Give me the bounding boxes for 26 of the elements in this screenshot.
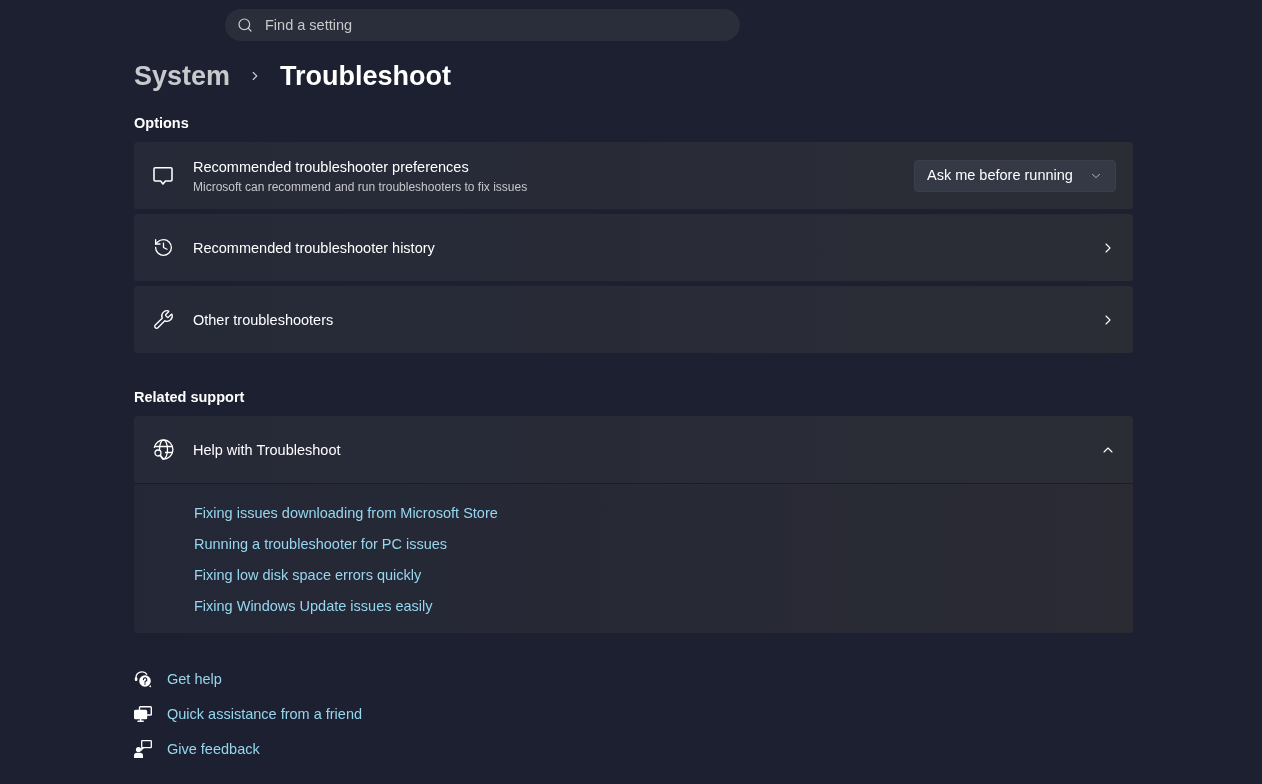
help-bubble-icon [134, 670, 152, 688]
support-link[interactable]: Get help [167, 669, 222, 689]
settings-row[interactable]: Other troubleshooters [134, 286, 1133, 353]
two-monitors-icon [134, 706, 152, 722]
history-icon [152, 237, 174, 258]
help-link[interactable]: Fixing Windows Update issues easily [194, 596, 433, 616]
help-link[interactable]: Fixing low disk space errors quickly [194, 565, 422, 585]
breadcrumb-link[interactable]: System [134, 58, 231, 94]
globe-search-icon [152, 439, 174, 460]
support-link[interactable]: Give feedback [167, 739, 260, 759]
settings-row[interactable]: Recommended troubleshooter history [134, 214, 1133, 281]
help-link[interactable]: Running a troubleshooter for PC issues [194, 534, 448, 554]
support-link[interactable]: Quick assistance from a friend [167, 704, 363, 724]
section-heading: Options [134, 114, 189, 133]
help-link[interactable]: Fixing issues downloading from Microsoft Store [194, 503, 498, 523]
wrench-icon [152, 309, 174, 330]
dropdown-button[interactable]: Ask me before running [914, 159, 1116, 192]
page-title: Troubleshoot [280, 60, 452, 93]
setting-title: Recommended troubleshooter preferences [193, 157, 469, 177]
setting-description: Microsoft can recommend and run troubleshooters to fix issues [193, 178, 528, 195]
expander-header[interactable]: Help with Troubleshoot [134, 416, 1133, 483]
search-icon [237, 17, 253, 33]
person-speech-icon [134, 740, 152, 758]
search-field[interactable]: Find a setting [225, 9, 740, 41]
speech-bubble-icon [153, 166, 173, 185]
section-heading: Related support [134, 388, 245, 407]
